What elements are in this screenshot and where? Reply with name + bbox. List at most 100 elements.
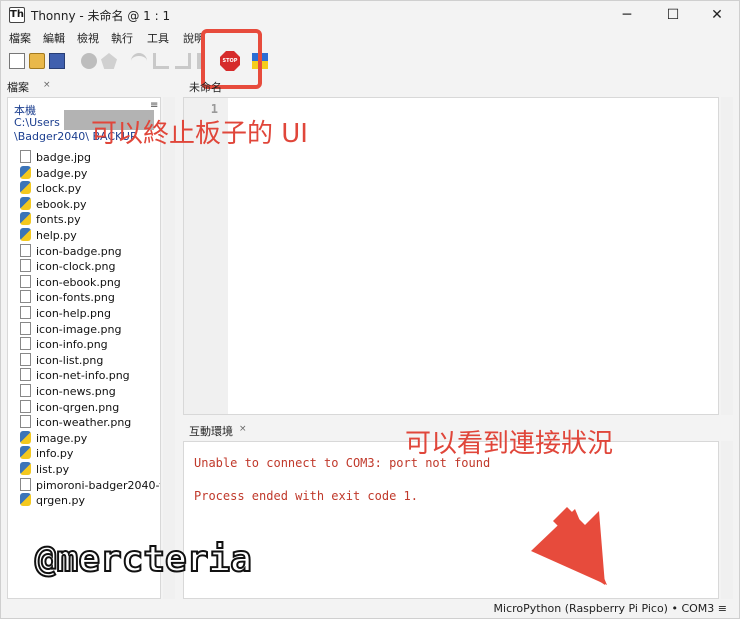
file-list-item[interactable]: info.py bbox=[20, 446, 73, 461]
python-file-icon bbox=[20, 493, 31, 507]
annotation-arrow-icon bbox=[531, 507, 607, 585]
shell-panel[interactable]: Unable to connect to COM3: port not foun… bbox=[183, 441, 719, 599]
file-name: icon-net-info.png bbox=[36, 369, 130, 383]
step-into-icon[interactable] bbox=[153, 53, 169, 69]
path-users-link[interactable]: C:\Users bbox=[14, 116, 60, 129]
file-list-item[interactable]: icon-fonts.png bbox=[20, 290, 115, 305]
file-list-item[interactable]: icon-badge.png bbox=[20, 243, 122, 259]
python-file-icon bbox=[20, 228, 31, 241]
menu-edit[interactable]: 編輯 bbox=[43, 30, 65, 46]
python-file-icon bbox=[20, 430, 31, 444]
shell-tab-close-icon[interactable]: × bbox=[239, 424, 247, 434]
python-file-icon bbox=[20, 462, 31, 475]
python-file-icon bbox=[20, 446, 31, 460]
file-name: list.py bbox=[36, 463, 70, 476]
file-list-item[interactable]: icon-clock.png bbox=[20, 259, 115, 274]
file-icon bbox=[20, 337, 31, 351]
file-list-item[interactable]: icon-help.png bbox=[20, 306, 111, 321]
title-bar: Th Thonny - 未命名 @ 1 : 1 ─ ☐ ✕ bbox=[1, 1, 739, 29]
stop-annotation: 可以終止板子的 UI bbox=[91, 119, 308, 149]
file-list-item[interactable]: icon-list.png bbox=[20, 352, 104, 368]
menu-file[interactable]: 檔案 bbox=[9, 30, 31, 46]
file-list-item[interactable]: icon-news.png bbox=[20, 384, 116, 399]
debug-icon[interactable] bbox=[101, 53, 117, 69]
file-list-item[interactable]: icon-weather.png bbox=[20, 415, 131, 430]
file-name: help.py bbox=[36, 229, 77, 242]
file-icon bbox=[20, 352, 31, 366]
close-button[interactable]: ✕ bbox=[695, 3, 739, 27]
files-menu-icon[interactable]: ≡ bbox=[150, 100, 158, 111]
interpreter-status[interactable]: MicroPython (Raspberry Pi Pico) • COM3 ≡ bbox=[494, 602, 727, 615]
watermark: @mercteria bbox=[34, 538, 253, 581]
file-icon bbox=[20, 306, 31, 319]
file-list-item[interactable]: pimoroni-badger2040-v bbox=[20, 477, 160, 493]
file-name: icon-fonts.png bbox=[36, 291, 115, 305]
file-name: fonts.py bbox=[36, 213, 81, 227]
files-scrollbar[interactable] bbox=[163, 97, 175, 599]
file-icon bbox=[20, 477, 31, 491]
file-list-item[interactable]: badge.py bbox=[20, 165, 87, 181]
shell-scrollbar[interactable] bbox=[721, 441, 733, 599]
editor-scrollbar[interactable] bbox=[721, 97, 733, 415]
file-icon bbox=[20, 384, 31, 397]
menu-view[interactable]: 檢視 bbox=[77, 30, 99, 46]
file-name: icon-image.png bbox=[36, 322, 122, 336]
file-list-item[interactable]: list.py bbox=[20, 462, 69, 477]
files-tab-bar: 檔案 × bbox=[3, 77, 177, 97]
file-name: info.py bbox=[36, 447, 74, 461]
file-name: clock.py bbox=[36, 182, 82, 196]
open-file-icon[interactable] bbox=[29, 53, 45, 69]
file-icon bbox=[20, 399, 31, 413]
file-icon bbox=[20, 290, 31, 304]
file-list-item[interactable]: icon-image.png bbox=[20, 321, 122, 337]
file-icon bbox=[20, 274, 31, 288]
thonny-app-icon: Th bbox=[9, 7, 25, 23]
file-name: icon-qrgen.png bbox=[36, 400, 120, 414]
tab-untitled[interactable]: 未命名 bbox=[189, 79, 222, 95]
file-name: icon-info.png bbox=[36, 338, 108, 352]
file-list-item[interactable]: icon-qrgen.png bbox=[20, 399, 120, 415]
file-name: icon-weather.png bbox=[36, 416, 132, 430]
file-icon bbox=[20, 415, 31, 429]
run-icon[interactable] bbox=[81, 53, 97, 69]
menu-bar: 檔案 編輯 檢視 執行 工具 說明 bbox=[1, 29, 739, 47]
maximize-button[interactable]: ☐ bbox=[651, 3, 695, 27]
tab-files[interactable]: 檔案 bbox=[7, 79, 29, 95]
save-icon[interactable] bbox=[49, 53, 65, 69]
status-bar: MicroPython (Raspberry Pi Pico) • COM3 ≡ bbox=[1, 601, 739, 619]
file-list-item[interactable]: fonts.py bbox=[20, 212, 81, 227]
file-list-item[interactable]: clock.py bbox=[20, 181, 81, 196]
file-icon bbox=[20, 259, 31, 273]
shell-exit-message: Process ended with exit code 1. bbox=[194, 489, 418, 503]
python-file-icon bbox=[20, 196, 31, 210]
file-list-item[interactable]: icon-ebook.png bbox=[20, 274, 121, 290]
tab-shell[interactable]: 互動環境 bbox=[189, 423, 233, 439]
file-name: icon-help.png bbox=[36, 307, 111, 320]
files-tab-close-icon[interactable]: × bbox=[43, 80, 51, 90]
menu-tools[interactable]: 工具 bbox=[147, 30, 169, 46]
file-list-item[interactable]: help.py bbox=[20, 228, 77, 243]
window-title: Thonny - 未命名 @ 1 : 1 bbox=[31, 9, 171, 23]
file-list-item[interactable]: icon-net-info.png bbox=[20, 368, 130, 383]
file-name: icon-badge.png bbox=[36, 244, 122, 258]
file-list-item[interactable]: qrgen.py bbox=[20, 493, 85, 508]
file-list-item[interactable]: image.py bbox=[20, 430, 87, 446]
file-icon bbox=[20, 243, 31, 257]
menu-run[interactable]: 執行 bbox=[111, 30, 133, 46]
file-name: qrgen.py bbox=[36, 494, 86, 508]
file-list-item[interactable]: icon-info.png bbox=[20, 337, 108, 352]
file-name: icon-ebook.png bbox=[36, 275, 121, 289]
python-file-icon bbox=[20, 165, 31, 179]
new-file-icon[interactable] bbox=[9, 53, 25, 69]
file-icon bbox=[20, 368, 31, 382]
file-name: icon-news.png bbox=[36, 385, 116, 398]
step-over-icon[interactable] bbox=[131, 53, 147, 69]
file-list-item[interactable]: badge.jpg bbox=[20, 150, 91, 165]
files-panel: 本機 C:\Users \Badger2040\ BACKUP ≡ badge.… bbox=[7, 97, 161, 599]
file-name: badge.jpg bbox=[36, 151, 91, 164]
file-name: icon-list.png bbox=[36, 353, 104, 367]
step-out-icon[interactable] bbox=[175, 53, 191, 69]
file-list-item[interactable]: ebook.py bbox=[20, 196, 87, 212]
thonny-window: Th Thonny - 未命名 @ 1 : 1 ─ ☐ ✕ 檔案 編輯 檢視 執… bbox=[0, 0, 740, 619]
minimize-button[interactable]: ─ bbox=[605, 3, 649, 27]
